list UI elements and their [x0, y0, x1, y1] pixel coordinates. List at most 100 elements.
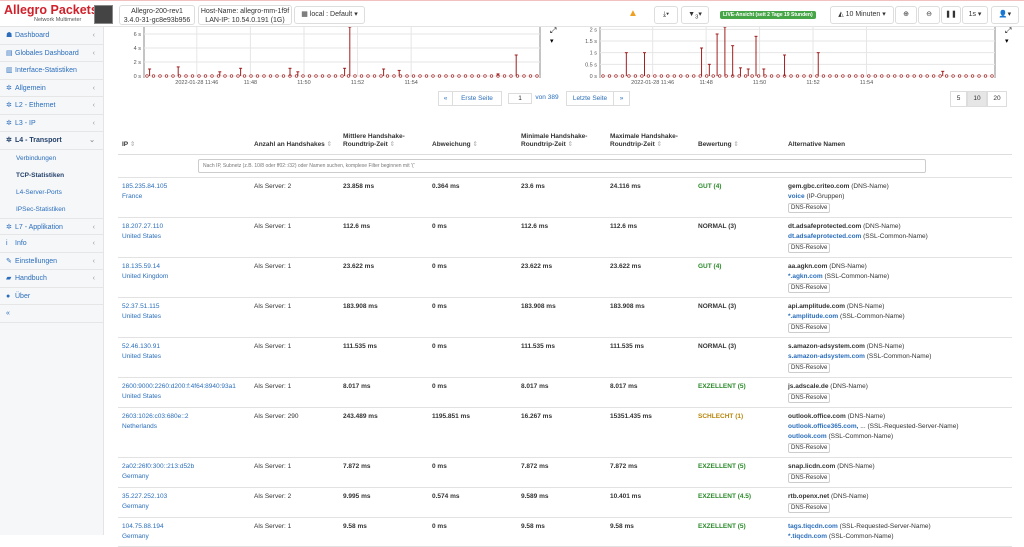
dns-resolve-button[interactable]: DNS-Resolve: [788, 242, 831, 253]
data-point: [640, 74, 644, 78]
alt-name[interactable]: *.tiqcdn.com: [788, 533, 827, 540]
country-link[interactable]: United Kingdom: [122, 272, 246, 282]
pause-button[interactable]: ❚❚: [941, 6, 961, 24]
expand-icon[interactable]: ⤢: [1004, 27, 1011, 35]
zoom-out-button[interactable]: ⊖: [918, 6, 940, 24]
dns-resolve-button[interactable]: DNS-Resolve: [788, 362, 831, 373]
ip-link[interactable]: 2a02:26f0:300::213:d52b: [122, 462, 246, 472]
page-input[interactable]: 1: [508, 93, 532, 104]
sidebar-item[interactable]: ✎ Einstellungen ‹: [0, 253, 103, 270]
column-header[interactable]: Bewertung ⇕: [694, 118, 784, 155]
workspace-label: local : Default: [309, 11, 353, 18]
max-rtt: 9.58 ms: [606, 517, 694, 547]
column-header[interactable]: Mittlere Handshake-Roundtrip-Zeit ⇕: [339, 118, 428, 155]
sidebar-item[interactable]: ✲ L2 - Ethernet ‹: [0, 97, 103, 115]
chart-menu-icon[interactable]: ▾: [1005, 38, 1009, 45]
alt-name[interactable]: outlook.office365.com,: [788, 423, 858, 430]
data-point: [983, 74, 988, 78]
page-size-10[interactable]: 10: [967, 91, 987, 107]
ip-link[interactable]: 35.227.252.103: [122, 492, 246, 502]
dns-resolve-button[interactable]: DNS-Resolve: [788, 322, 831, 333]
ip-link[interactable]: 185.235.84.105: [122, 182, 246, 192]
table-row: 35.227.252.103 Germany Als Server: 2 9.99…: [118, 487, 1012, 518]
dns-resolve-button[interactable]: DNS-Resolve: [788, 202, 831, 213]
column-header[interactable]: Anzahl an Handshakes ⇕: [250, 118, 339, 155]
warning-icon[interactable]: ▲: [628, 8, 638, 19]
country-link[interactable]: United States: [122, 392, 246, 402]
sidebar-item[interactable]: ✲ L7 - Applikation ‹: [0, 217, 103, 235]
ip-link[interactable]: 2600:9000:2260:d200:f:4f64:8940:93a1: [122, 382, 246, 392]
collapse-sidebar-button[interactable]: «: [0, 305, 103, 323]
alt-name[interactable]: voice: [788, 193, 805, 200]
ip-link[interactable]: 104.75.88.194: [122, 522, 246, 532]
last-page-button[interactable]: Letzte Seite: [566, 91, 614, 106]
sidebar-subitem[interactable]: TCP-Statistiken: [0, 167, 103, 184]
sidebar-item[interactable]: ● Über: [0, 288, 103, 305]
country-link[interactable]: United States: [122, 352, 246, 362]
table-row: 185.235.84.105 France Als Server: 2 23.85…: [118, 177, 1012, 218]
alternative-names: api.amplitude.com (DNS-Name) *.amplitude.…: [784, 297, 1012, 338]
download-button[interactable]: ⤓▾: [654, 6, 678, 24]
column-header[interactable]: Alternative Namen: [784, 118, 1012, 155]
alt-name[interactable]: dt.adsafeprotected.com: [788, 233, 861, 240]
sidebar-subitem[interactable]: L4-Server-Ports: [0, 184, 103, 201]
table-row: 2603:1026:c03:680e::2 Netherlands Als Ser…: [118, 407, 1012, 458]
country-link[interactable]: Germany: [122, 502, 246, 512]
sidebar-item[interactable]: ▰ Handbuch ‹: [0, 270, 103, 288]
data-point: [184, 74, 188, 78]
page-size-20[interactable]: 20: [987, 91, 1007, 107]
sidebar-item[interactable]: i Info ‹: [0, 235, 103, 253]
dns-resolve-button[interactable]: DNS-Resolve: [788, 282, 831, 293]
alt-name[interactable]: s.amazon-adsystem.com: [788, 353, 865, 360]
ip-link[interactable]: 52.37.51.115: [122, 302, 246, 312]
user-menu[interactable]: 👤▾: [991, 6, 1019, 24]
chart-menu-icon[interactable]: ▾: [550, 38, 554, 45]
sidebar-item[interactable]: ▤ Globales Dashboard ‹: [0, 45, 103, 62]
interval-dropdown[interactable]: 1s ▾: [962, 6, 988, 24]
page-size-5[interactable]: 5: [950, 91, 967, 107]
prev-page-button[interactable]: «: [438, 91, 453, 106]
device-info: Allegro-200-rev1 3.4.0-31-gc8e93b956: [119, 5, 195, 25]
sidebar-item[interactable]: ▥ Interface-Statistiken: [0, 62, 103, 80]
sidebar-item[interactable]: ☗ Dashboard ‹: [0, 27, 103, 45]
alt-name[interactable]: tags.tiqcdn.com: [788, 523, 838, 530]
zoom-in-button[interactable]: ⊕: [895, 6, 917, 24]
sort-icon: ⇕: [472, 140, 478, 148]
ip-link[interactable]: 52.46.130.91: [122, 342, 246, 352]
filter-button[interactable]: ▼3▾: [681, 6, 709, 24]
dns-resolve-button[interactable]: DNS-Resolve: [788, 502, 831, 513]
sidebar-item[interactable]: ✲ L3 - IP ‹: [0, 115, 103, 132]
handshake-count: Als Server: 1: [250, 517, 339, 547]
alternative-names: js.adscale.de (DNS-Name) DNS-Resolve: [784, 377, 1012, 408]
workspace-dropdown[interactable]: ▦ local : Default ▾: [294, 6, 365, 24]
column-header[interactable]: Minimale Handshake-Roundtrip-Zeit ⇕: [517, 118, 606, 155]
ip-link[interactable]: 18.135.59.14: [122, 262, 246, 272]
sidebar-item[interactable]: ✲ L4 - Transport ⌄: [0, 132, 103, 150]
sidebar-subitem[interactable]: Verbindungen: [0, 150, 103, 167]
alt-name[interactable]: *.amplitude.com: [788, 313, 838, 320]
dns-resolve-button[interactable]: DNS-Resolve: [788, 472, 831, 483]
dns-resolve-button[interactable]: DNS-Resolve: [788, 392, 831, 403]
next-page-button[interactable]: »: [613, 91, 630, 106]
country-link[interactable]: Netherlands: [122, 422, 246, 432]
alt-name[interactable]: outlook.com: [788, 433, 827, 440]
ip-link[interactable]: 2603:1026:c03:680e::2: [122, 412, 246, 422]
country-link[interactable]: Germany: [122, 532, 246, 542]
expand-icon[interactable]: ⤢: [549, 27, 556, 35]
ip-link[interactable]: 18.207.27.110: [122, 222, 246, 232]
timespan-dropdown[interactable]: ◭ 10 Minuten ▾: [830, 6, 894, 24]
alt-name[interactable]: *.agkn.com: [788, 273, 823, 280]
column-header[interactable]: IP ⇕: [118, 118, 250, 155]
column-header[interactable]: Abweichung ⇕: [428, 118, 517, 155]
country-link[interactable]: France: [122, 192, 246, 202]
column-header[interactable]: Maximale Handshake-Roundtrip-Zeit ⇕: [606, 118, 694, 155]
min-rtt: 7.872 ms: [517, 457, 606, 488]
table-filter-input[interactable]: Nach IP, Subnetz (z.B. 10/8 oder ff02::/…: [198, 158, 926, 173]
country-link[interactable]: United States: [122, 232, 246, 242]
sidebar-item[interactable]: ✲ Allgemein ‹: [0, 80, 103, 97]
country-link[interactable]: Germany: [122, 472, 246, 482]
first-page-button[interactable]: Erste Seite: [452, 91, 502, 106]
country-link[interactable]: United States: [122, 312, 246, 322]
sidebar-subitem[interactable]: IPSec-Statistiken: [0, 201, 103, 218]
dns-resolve-button[interactable]: DNS-Resolve: [788, 442, 831, 453]
